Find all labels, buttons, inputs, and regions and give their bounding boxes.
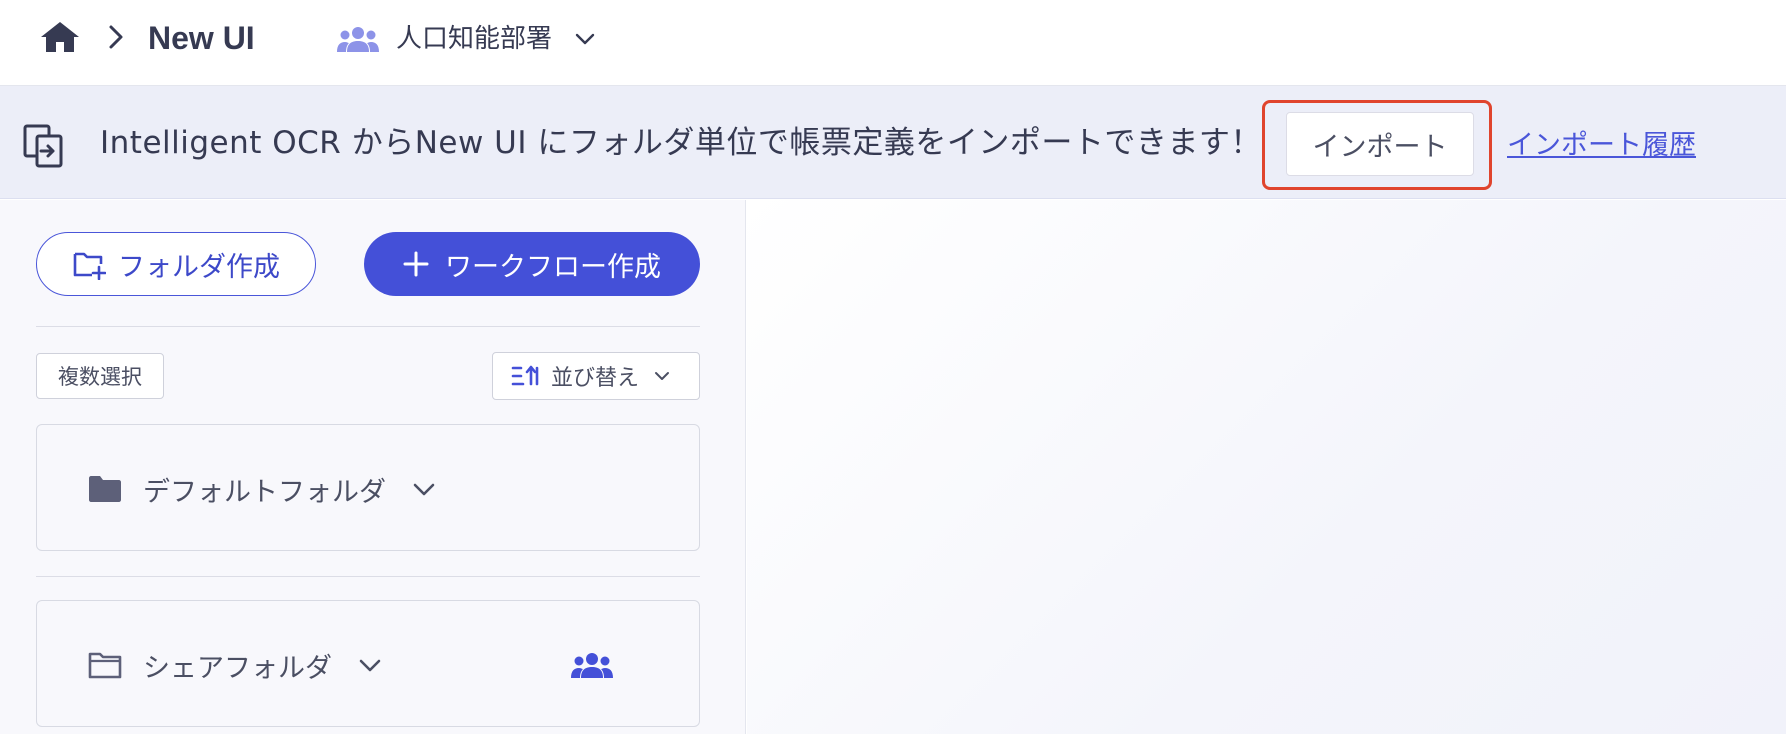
folder-label: デフォルトフォルダ (143, 476, 386, 508)
folder-add-icon (73, 252, 106, 280)
sort-icon (511, 365, 539, 386)
folder-card-shared: シェアフォルダ (36, 600, 700, 727)
folder-item-shared[interactable]: シェアフォルダ (87, 645, 382, 685)
folder-item-default[interactable]: デフォルトフォルダ (87, 469, 436, 509)
folder-label: シェアフォルダ (143, 652, 332, 684)
create-folder-label: フォルダ作成 (118, 251, 280, 283)
department-label: 人口知能部署 (396, 24, 553, 54)
page-title: New UI (148, 20, 255, 56)
main-content-area (747, 200, 1786, 734)
chevron-down-icon (655, 372, 670, 380)
sort-label: 並び替え (551, 366, 640, 391)
folder-outline-icon (88, 652, 122, 679)
import-icon (23, 124, 63, 168)
import-banner-message: Intelligent OCR からNew UI にフォルダ単位で帳票定義をイン… (100, 125, 1262, 161)
breadcrumb-chevron-icon (109, 25, 123, 49)
create-workflow-label: ワークフロー作成 (445, 251, 661, 283)
divider (36, 326, 700, 327)
import-history-link[interactable]: インポート履歴 (1507, 128, 1696, 164)
folder-sidebar: フォルダ作成 ワークフロー作成 複数選択 並び替え デフォルトフォルダ シェアフ… (0, 200, 746, 734)
divider (36, 576, 700, 577)
sort-button[interactable]: 並び替え (492, 352, 700, 400)
department-selector[interactable]: 人口知能部署 (336, 18, 596, 60)
chevron-down-icon (575, 33, 595, 45)
create-folder-button[interactable]: フォルダ作成 (36, 232, 316, 296)
plus-icon (403, 251, 429, 277)
users-icon (337, 27, 379, 52)
chevron-down-icon (359, 659, 381, 672)
folder-card-default: デフォルトフォルダ (36, 424, 700, 551)
top-header: New UI 人口知能部署 (0, 0, 1786, 86)
chevron-down-icon (413, 483, 435, 496)
create-workflow-button[interactable]: ワークフロー作成 (364, 232, 700, 296)
home-icon[interactable] (39, 20, 81, 54)
shared-users-icon (571, 653, 613, 678)
import-button[interactable]: インポート (1286, 112, 1474, 176)
folder-filled-icon (89, 476, 121, 502)
multi-select-button[interactable]: 複数選択 (36, 353, 164, 399)
